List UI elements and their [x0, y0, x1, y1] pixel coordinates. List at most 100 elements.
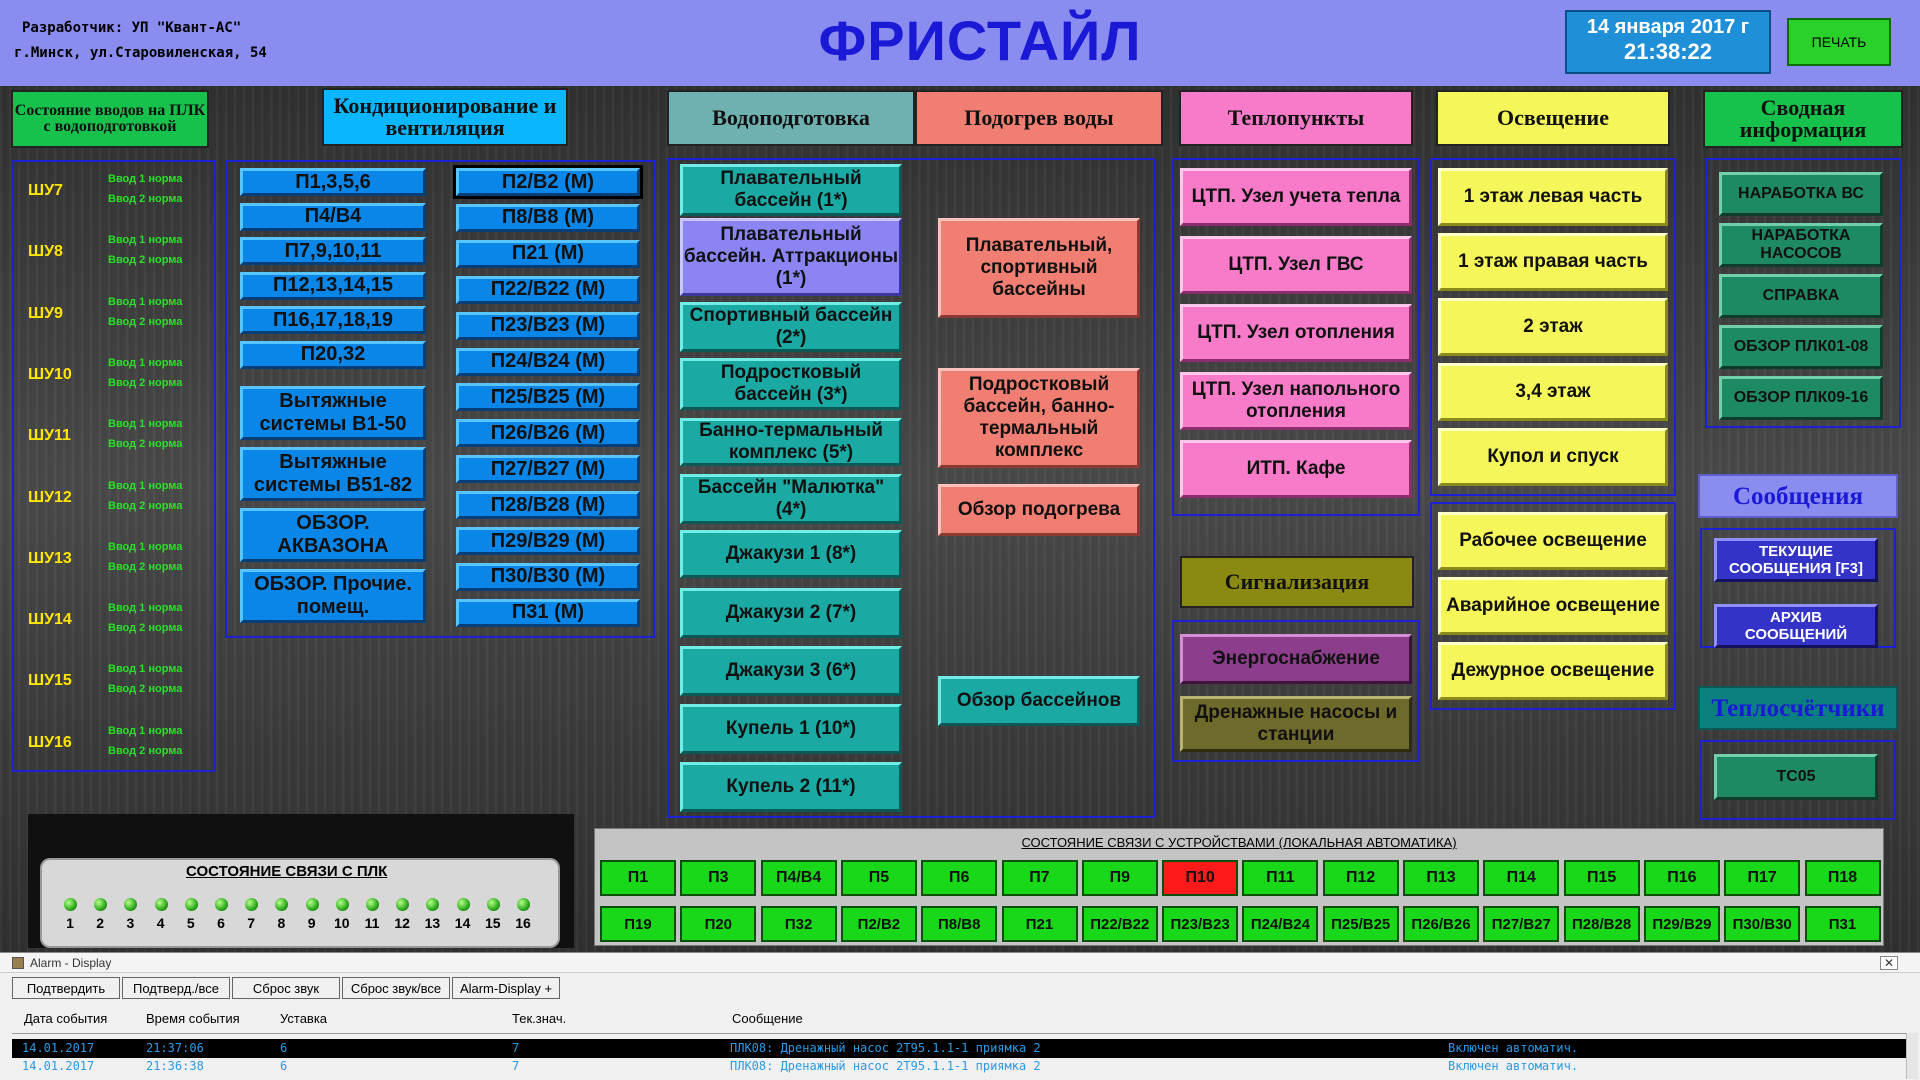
lighting-button[interactable]: 2 этаж	[1438, 298, 1668, 356]
device-status-cell[interactable]: П20	[680, 906, 757, 942]
pool-button[interactable]: Подростковый бассейн (3*)	[680, 358, 902, 410]
device-status-cell[interactable]: П8/В8	[921, 906, 998, 942]
device-status-cell[interactable]: П30/В30	[1724, 906, 1801, 942]
device-status-cell[interactable]: П21	[1001, 906, 1078, 942]
device-status-cell[interactable]: П27/В27	[1483, 906, 1560, 942]
device-status-cell[interactable]: П1	[600, 860, 676, 896]
pool-button[interactable]: Плавательный бассейн. Аттракционы (1*)	[680, 218, 902, 296]
summary-button[interactable]: ОБЗОР ПЛК01-08	[1719, 325, 1883, 369]
summary-button[interactable]: НАРАБОТКА НАСОСОВ	[1719, 223, 1883, 267]
device-status-cell[interactable]: П29/В29	[1643, 906, 1720, 942]
alarm-toolbar-button[interactable]: Сброс звук/все	[342, 977, 450, 999]
heat-point-button[interactable]: ЦТП. Узел напольного отопления	[1180, 372, 1412, 430]
lighting-mode-button[interactable]: Аварийное освещение	[1438, 577, 1668, 635]
device-status-cell[interactable]: П26/В26	[1403, 906, 1479, 942]
hvac-unit-m-button[interactable]: П29/В29 (М)	[456, 527, 640, 555]
device-status-cell[interactable]: П16	[1643, 860, 1720, 896]
heating-button[interactable]: Обзор бассейнов	[938, 676, 1140, 726]
hvac-unit-button[interactable]: П16,17,18,19	[240, 306, 426, 334]
device-status-cell[interactable]: П19	[600, 906, 676, 942]
alarm-toolbar-button[interactable]: Alarm-Display +	[452, 977, 560, 999]
alarm-toolbar-button[interactable]: Сброс звук	[232, 977, 340, 999]
lighting-button[interactable]: 1 этаж правая часть	[1438, 233, 1668, 291]
lighting-mode-button[interactable]: Дежурное освещение	[1438, 642, 1668, 700]
hvac-unit-m-button[interactable]: П28/В28 (М)	[456, 491, 640, 520]
hvac-unit-button[interactable]: П4/В4	[240, 202, 426, 231]
device-status-cell[interactable]: П18	[1804, 860, 1881, 896]
heat-point-button[interactable]: ИТП. Кафе	[1180, 440, 1412, 498]
section-water-heating[interactable]: Подогрев воды	[915, 90, 1163, 146]
lighting-button[interactable]: 1 этаж левая часть	[1438, 168, 1668, 226]
pool-button[interactable]: Джакузи 2 (7*)	[680, 588, 902, 638]
alarm-toolbar-button[interactable]: Подтвердить	[12, 977, 120, 999]
hvac-unit-m-button[interactable]: П8/В8 (М)	[456, 203, 640, 232]
heating-button[interactable]: Обзор подогрева	[938, 484, 1140, 536]
hvac-unit-m-button[interactable]: П26/В26 (М)	[456, 419, 640, 448]
hvac-overview-button[interactable]: ОБЗОР. АКВАЗОНА	[240, 508, 426, 562]
device-status-cell[interactable]: П28/В28	[1563, 906, 1640, 942]
hvac-unit-button[interactable]: П12,13,14,15	[240, 271, 426, 300]
device-status-cell[interactable]: П3	[680, 860, 757, 896]
hvac-unit-m-button[interactable]: П30/В30 (М)	[456, 562, 640, 591]
device-status-cell[interactable]: П6	[921, 860, 998, 896]
device-status-cell[interactable]: П9	[1081, 860, 1158, 896]
device-status-cell[interactable]: П22/В22	[1081, 906, 1158, 942]
device-status-cell[interactable]: П4/В4	[760, 860, 837, 896]
messages-button[interactable]: ТЕКУЩИЕ СООБЩЕНИЯ [F3]	[1714, 538, 1878, 582]
lighting-button[interactable]: 3,4 этаж	[1438, 363, 1668, 421]
hvac-unit-m-button[interactable]: П21 (М)	[456, 239, 640, 268]
hvac-unit-m-button[interactable]: П23/В23 (М)	[456, 311, 640, 340]
device-status-cell[interactable]: П5	[840, 860, 917, 896]
device-status-cell[interactable]: П25/В25	[1322, 906, 1399, 942]
hvac-unit-button[interactable]: П1,3,5,6	[240, 168, 426, 196]
device-status-cell[interactable]: П23/В23	[1162, 906, 1239, 942]
pool-button[interactable]: Банно-термальный комплекс (5*)	[680, 418, 902, 466]
device-status-cell[interactable]: П24/В24	[1242, 906, 1319, 942]
device-status-cell[interactable]: П13	[1403, 860, 1479, 896]
hvac-unit-m-button[interactable]: П25/В25 (М)	[456, 383, 640, 412]
device-status-cell[interactable]: П14	[1483, 860, 1560, 896]
device-status-cell[interactable]: П31	[1804, 906, 1881, 942]
heating-button[interactable]: Плавательный, спортивный бассейны	[938, 218, 1140, 318]
heat-point-button[interactable]: ЦТП. Узел ГВС	[1180, 236, 1412, 294]
device-status-cell[interactable]: П17	[1724, 860, 1801, 896]
alarm-toolbar-button[interactable]: Подтверд./все	[122, 977, 230, 999]
device-status-cell[interactable]: П32	[760, 906, 837, 942]
device-status-cell[interactable]: П2/В2	[840, 906, 917, 942]
lighting-mode-button[interactable]: Рабочее освещение	[1438, 512, 1668, 570]
heat-point-button[interactable]: ЦТП. Узел учета тепла	[1180, 168, 1412, 226]
power-supply-button[interactable]: Энергоснабжение	[1180, 634, 1412, 684]
hvac-unit-m-button[interactable]: П31 (М)	[456, 598, 640, 627]
section-heat-points[interactable]: Теплопункты	[1179, 90, 1413, 146]
device-status-cell[interactable]: П15	[1563, 860, 1640, 896]
scrollbar[interactable]	[1906, 1033, 1918, 1079]
close-icon[interactable]: ✕	[1880, 956, 1898, 970]
hvac-overview-button[interactable]: Вытяжные системы В51-82	[240, 447, 426, 501]
section-signaling[interactable]: Сигнализация	[1180, 556, 1414, 608]
hvac-unit-m-button[interactable]: П22/В22 (М)	[456, 275, 640, 304]
pool-button[interactable]: Бассейн "Малютка" (4*)	[680, 474, 902, 524]
pool-button[interactable]: Купель 1 (10*)	[680, 704, 902, 754]
heat-meter-button[interactable]: ТС05	[1714, 754, 1878, 800]
device-status-cell[interactable]: П11	[1242, 860, 1319, 896]
device-status-cell[interactable]: П7	[1001, 860, 1078, 896]
drainage-pumps-button[interactable]: Дренажные насосы и станции	[1180, 696, 1412, 752]
lighting-button[interactable]: Купол и спуск	[1438, 428, 1668, 486]
device-status-cell[interactable]: П12	[1322, 860, 1399, 896]
messages-button[interactable]: АРХИВ СООБЩЕНИЙ	[1714, 604, 1878, 648]
hvac-overview-button[interactable]: Вытяжные системы В1-50	[240, 386, 426, 440]
pool-button[interactable]: Джакузи 1 (8*)	[680, 530, 902, 578]
pool-button[interactable]: Спортивный бассейн (2*)	[680, 302, 902, 352]
summary-button[interactable]: ОБЗОР ПЛК09-16	[1719, 376, 1883, 420]
heating-button[interactable]: Подростковый бассейн, банно-термальный к…	[938, 368, 1140, 468]
hvac-unit-m-button[interactable]: П2/В2 (М)	[453, 165, 643, 199]
summary-button[interactable]: СПРАВКА	[1719, 274, 1883, 318]
section-water-treatment[interactable]: Водоподготовка	[667, 90, 915, 146]
section-lighting[interactable]: Освещение	[1436, 90, 1670, 146]
summary-button[interactable]: НАРАБОТКА ВС	[1719, 172, 1883, 216]
hvac-unit-m-button[interactable]: П24/В24 (М)	[456, 347, 640, 376]
pool-button[interactable]: Купель 2 (11*)	[680, 762, 902, 812]
hvac-unit-m-button[interactable]: П27/В27 (М)	[456, 455, 640, 484]
hvac-unit-button[interactable]: П20,32	[240, 340, 426, 369]
print-button[interactable]: ПЕЧАТЬ	[1787, 18, 1891, 66]
